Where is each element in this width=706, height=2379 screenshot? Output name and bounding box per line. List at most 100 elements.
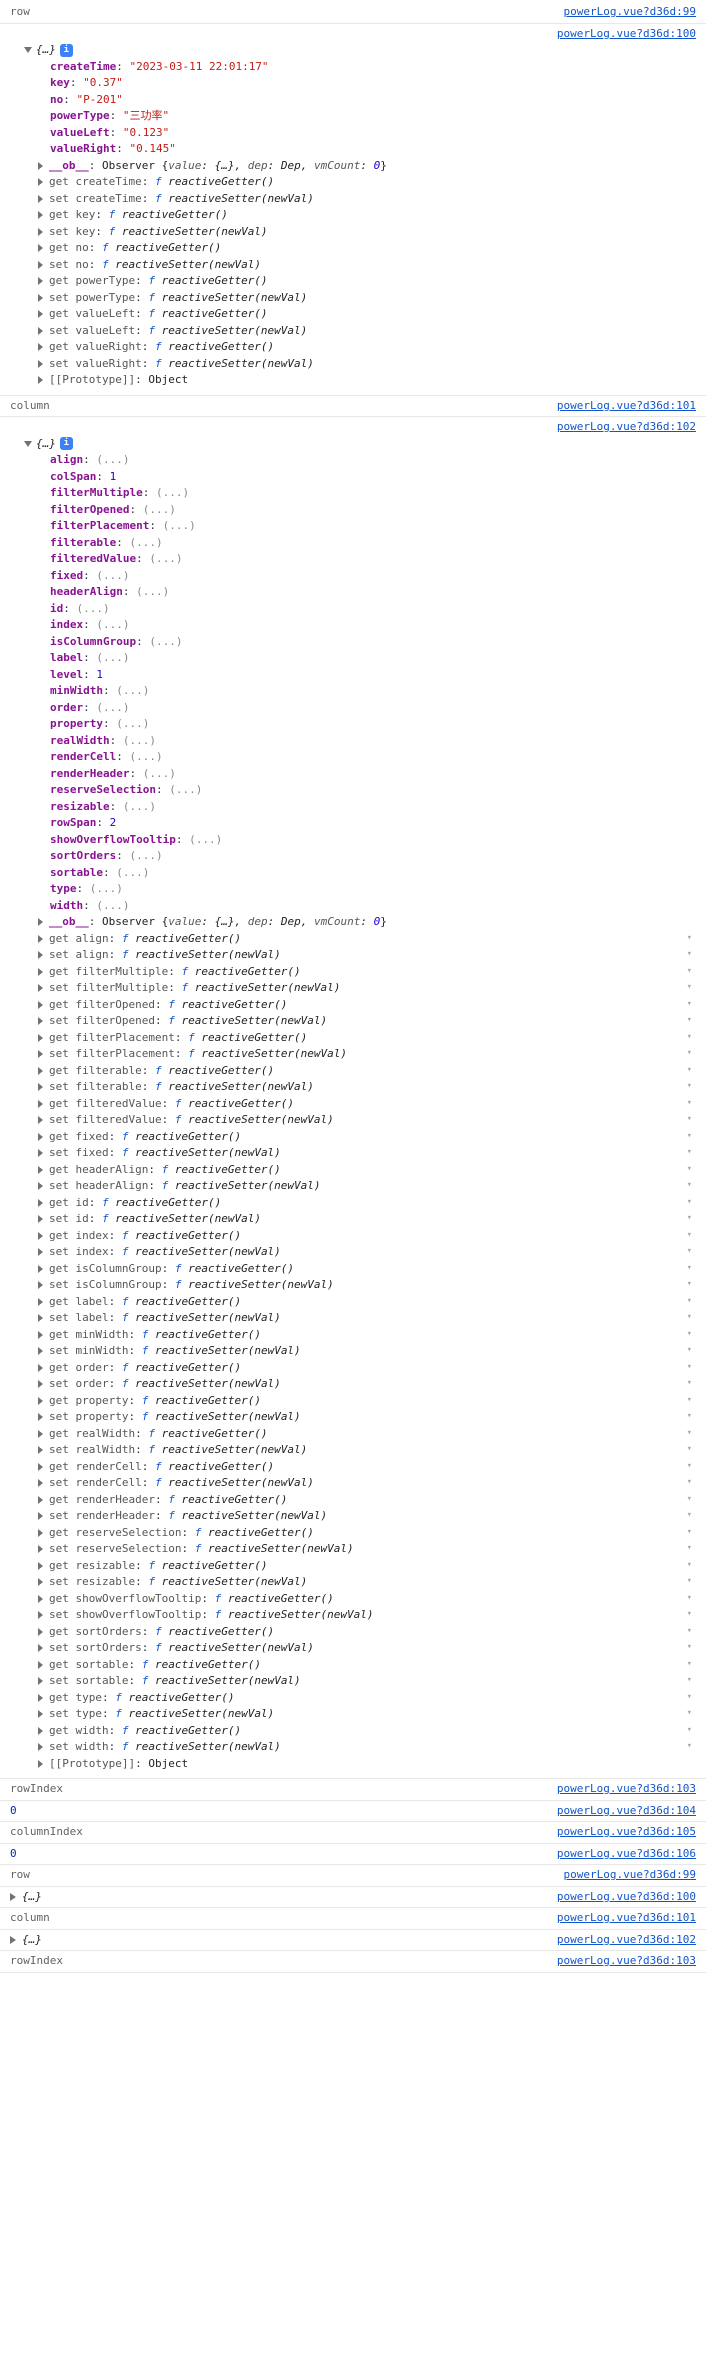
expand-icon[interactable] [38, 1595, 43, 1603]
accessor-line[interactable]: set type: f reactiveSetter(newVal) [38, 1706, 696, 1723]
own-prop[interactable]: fixed: (...) [50, 568, 696, 585]
expand-icon[interactable] [38, 1067, 43, 1075]
accessor-line[interactable]: set valueRight: f reactiveSetter(newVal) [38, 356, 696, 373]
accessor-line[interactable]: get renderHeader: f reactiveGetter() [38, 1492, 696, 1509]
own-prop[interactable]: resizable: (...) [50, 799, 696, 816]
own-prop[interactable]: level: 1 [50, 667, 696, 684]
chevron-down-icon[interactable]: ▾ [687, 1196, 692, 1210]
prop-value[interactable]: (...) [116, 717, 149, 730]
chevron-down-icon[interactable]: ▾ [687, 1014, 692, 1028]
chevron-down-icon[interactable]: ▾ [687, 1460, 692, 1474]
prop-value[interactable]: (...) [156, 486, 189, 499]
expand-icon[interactable] [38, 162, 43, 170]
info-icon[interactable]: i [60, 437, 73, 450]
accessor-line[interactable]: set renderHeader: f reactiveSetter(newVa… [38, 1508, 696, 1525]
accessor-line[interactable]: get createTime: f reactiveGetter() [38, 174, 696, 191]
expand-icon[interactable] [38, 1083, 43, 1091]
chevron-down-icon[interactable]: ▾ [687, 1526, 692, 1540]
expand-icon[interactable] [38, 935, 43, 943]
own-prop[interactable]: isColumnGroup: (...) [50, 634, 696, 651]
expand-icon[interactable] [38, 1166, 43, 1174]
accessor-line[interactable]: get resizable: f reactiveGetter() [38, 1558, 696, 1575]
chevron-down-icon[interactable]: ▾ [687, 1163, 692, 1177]
expand-icon[interactable] [38, 1430, 43, 1438]
prop-value[interactable]: (...) [77, 602, 110, 615]
own-prop[interactable]: type: (...) [50, 881, 696, 898]
accessor-line[interactable]: get sortOrders: f reactiveGetter() [38, 1624, 696, 1641]
chevron-down-icon[interactable]: ▾ [687, 1542, 692, 1556]
own-prop[interactable]: powerType: "三功率" [50, 108, 696, 125]
chevron-down-icon[interactable]: ▾ [687, 1278, 692, 1292]
chevron-down-icon[interactable]: ▾ [687, 1080, 692, 1094]
source-link[interactable]: powerLog.vue?d36d:99 [564, 1867, 696, 1884]
object-toggle[interactable]: {…}i [10, 436, 696, 453]
chevron-down-icon[interactable]: ▾ [687, 1691, 692, 1705]
prop-value[interactable]: (...) [169, 783, 202, 796]
chevron-down-icon[interactable]: ▾ [687, 1740, 692, 1754]
own-prop[interactable]: headerAlign: (...) [50, 584, 696, 601]
prop-value[interactable]: (...) [123, 734, 156, 747]
prop-value[interactable]: (...) [96, 651, 129, 664]
chevron-down-icon[interactable]: ▾ [687, 1559, 692, 1573]
expand-icon[interactable] [38, 1628, 43, 1636]
expand-icon[interactable] [38, 1529, 43, 1537]
expand-icon[interactable] [38, 1380, 43, 1388]
expand-icon[interactable] [38, 1578, 43, 1586]
accessor-line[interactable]: set realWidth: f reactiveSetter(newVal) [38, 1442, 696, 1459]
accessor-line[interactable]: get showOverflowTooltip: f reactiveGette… [38, 1591, 696, 1608]
accessor-line[interactable]: get id: f reactiveGetter() [38, 1195, 696, 1212]
expand-icon[interactable] [38, 1661, 43, 1669]
accessor-line[interactable]: get type: f reactiveGetter() [38, 1690, 696, 1707]
accessor-line[interactable]: get no: f reactiveGetter() [38, 240, 696, 257]
expand-icon[interactable] [38, 1116, 43, 1124]
own-prop[interactable]: filterPlacement: (...) [50, 518, 696, 535]
own-prop[interactable]: valueRight: "0.145" [50, 141, 696, 158]
source-link[interactable]: powerLog.vue?d36d:100 [557, 27, 696, 40]
prop-value[interactable]: (...) [96, 701, 129, 714]
prop-value[interactable]: (...) [163, 519, 196, 532]
accessor-line[interactable]: get align: f reactiveGetter() [38, 931, 696, 948]
chevron-down-icon[interactable]: ▾ [687, 1625, 692, 1639]
own-prop[interactable]: valueLeft: "0.123" [50, 125, 696, 142]
chevron-down-icon[interactable]: ▾ [687, 1427, 692, 1441]
expand-icon[interactable] [38, 211, 43, 219]
chevron-down-icon[interactable]: ▾ [687, 1047, 692, 1061]
source-link[interactable]: powerLog.vue?d36d:99 [564, 4, 696, 21]
expand-icon[interactable] [38, 1727, 43, 1735]
accessor-line[interactable]: get filterable: f reactiveGetter() [38, 1063, 696, 1080]
prop-value[interactable]: (...) [116, 866, 149, 879]
prop-value[interactable]: (...) [96, 453, 129, 466]
expand-icon[interactable] [38, 1182, 43, 1190]
prop-value[interactable]: (...) [116, 684, 149, 697]
accessor-line[interactable]: set resizable: f reactiveSetter(newVal) [38, 1574, 696, 1591]
prop-value[interactable]: (...) [129, 849, 162, 862]
expand-icon[interactable] [38, 918, 43, 926]
accessor-line[interactable]: set filteredValue: f reactiveSetter(newV… [38, 1112, 696, 1129]
expand-icon[interactable] [38, 277, 43, 285]
collapsed-object[interactable]: {…} [10, 1889, 42, 1906]
prop-value[interactable]: (...) [96, 899, 129, 912]
object-toggle[interactable]: {…}i [10, 42, 696, 59]
chevron-down-icon[interactable] [24, 441, 32, 447]
chevron-down-icon[interactable]: ▾ [687, 1377, 692, 1391]
expand-icon[interactable] [38, 1050, 43, 1058]
expand-icon[interactable] [38, 1347, 43, 1355]
expand-icon[interactable] [38, 1149, 43, 1157]
expand-icon[interactable] [38, 1100, 43, 1108]
own-prop[interactable]: rowSpan: 2 [50, 815, 696, 832]
chevron-down-icon[interactable]: ▾ [687, 1658, 692, 1672]
chevron-down-icon[interactable] [24, 47, 32, 53]
source-link[interactable]: powerLog.vue?d36d:102 [557, 1932, 696, 1949]
expand-icon[interactable] [38, 1199, 43, 1207]
chevron-down-icon[interactable]: ▾ [687, 1245, 692, 1259]
expand-icon[interactable] [38, 1479, 43, 1487]
expand-icon[interactable] [38, 261, 43, 269]
expand-icon[interactable] [38, 1760, 43, 1768]
expand-icon[interactable] [38, 1463, 43, 1471]
expand-icon[interactable] [38, 1496, 43, 1504]
expand-icon[interactable] [38, 1281, 43, 1289]
expand-icon[interactable] [38, 327, 43, 335]
chevron-right-icon[interactable] [10, 1893, 16, 1901]
accessor-line[interactable]: set label: f reactiveSetter(newVal) [38, 1310, 696, 1327]
own-prop[interactable]: filterOpened: (...) [50, 502, 696, 519]
